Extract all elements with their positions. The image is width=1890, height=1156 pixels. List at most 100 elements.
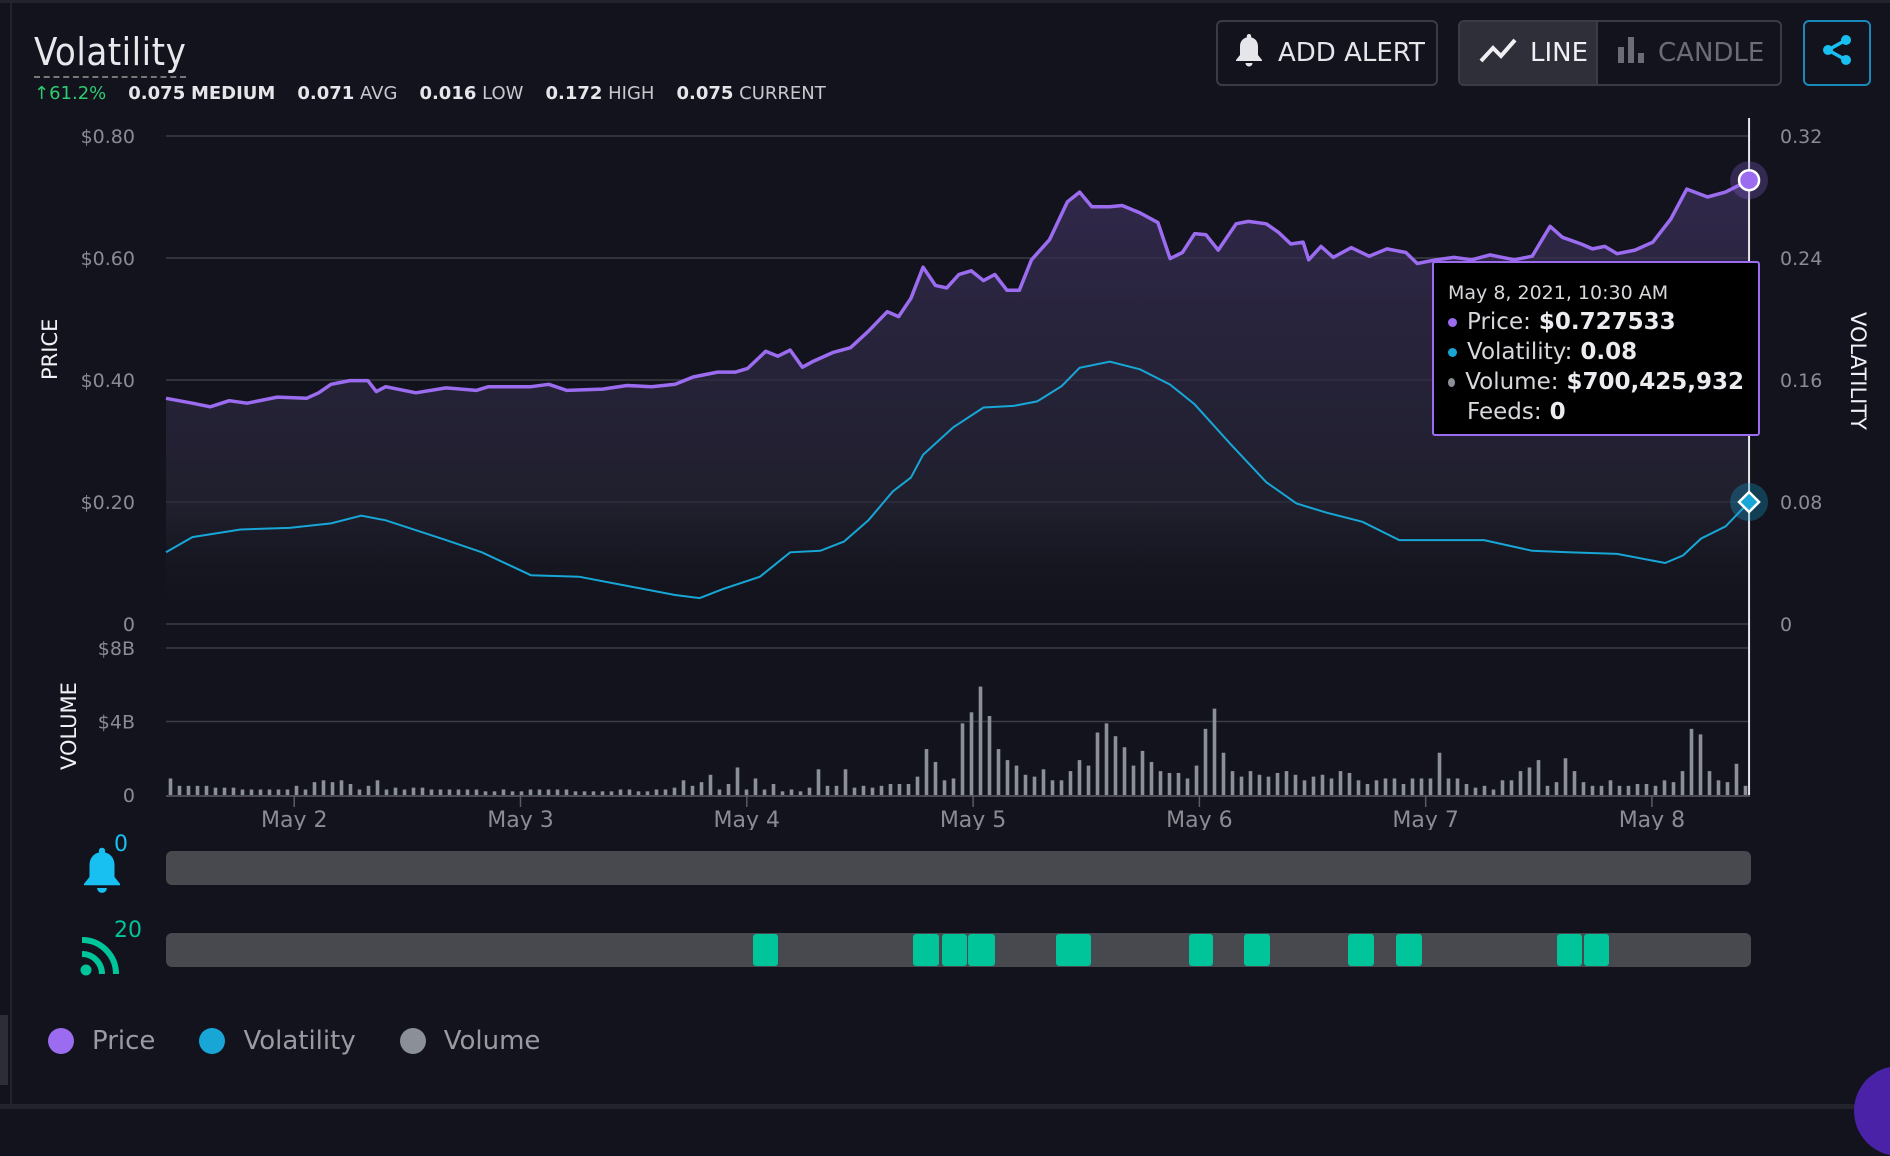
volume-bar: [582, 791, 587, 795]
volume-bar: [834, 785, 839, 795]
volume-bar: [681, 780, 686, 795]
volume-bar: [1491, 789, 1496, 795]
time-tick-label: May 4: [714, 808, 780, 830]
volume-bar: [1023, 774, 1028, 795]
volume-bar: [1527, 767, 1532, 795]
volume-bar: [1734, 763, 1739, 795]
price-tick-label: $0.60: [81, 248, 135, 270]
legend-item-volatility[interactable]: Volatility: [199, 1026, 356, 1056]
tooltip-price-value: $0.727533: [1538, 309, 1676, 335]
feed-marker[interactable]: [1055, 934, 1092, 966]
volume-bar: [1185, 778, 1190, 795]
volume-bar: [1266, 776, 1271, 795]
volume-bar: [1221, 752, 1226, 795]
volume-bar: [1113, 736, 1118, 795]
legend-item-volume[interactable]: Volume: [399, 1026, 540, 1056]
volume-bar: [1212, 708, 1217, 795]
volume-bar: [1410, 778, 1415, 795]
feed-marker[interactable]: [752, 934, 779, 966]
volume-bar: [1473, 787, 1478, 795]
volume-bar: [186, 785, 191, 795]
volume-bar: [1383, 778, 1388, 795]
volume-tick-label: $4B: [98, 712, 135, 734]
volume-bar: [321, 780, 326, 795]
volume-bar: [780, 791, 785, 795]
volume-bar: [1374, 780, 1379, 795]
volume-bar: [708, 774, 713, 795]
volume-bar: [663, 789, 668, 795]
volume-bar: [456, 789, 461, 795]
feed-marker[interactable]: [1348, 934, 1374, 966]
feed-marker[interactable]: [1244, 934, 1270, 966]
volume-bar: [1590, 785, 1595, 795]
volume-bar: [1068, 771, 1073, 795]
volume-bar: [1284, 771, 1289, 795]
volume-bar: [906, 783, 911, 795]
tooltip-volume-row: Volume: $700,425,932: [1448, 367, 1744, 397]
volume-bar: [1131, 765, 1136, 795]
tooltip-price-row: Price: $0.727533: [1448, 307, 1744, 337]
volume-bar: [420, 787, 425, 795]
feed-marker[interactable]: [941, 934, 967, 966]
feed-marker[interactable]: [1584, 934, 1610, 966]
feeds-timeline-track[interactable]: [166, 933, 1751, 967]
volume-bar: [978, 686, 983, 795]
volume-bar: [483, 791, 488, 795]
volume-bar: [924, 749, 929, 795]
volume-bar: [762, 789, 767, 795]
volume-bar: [852, 787, 857, 795]
volume-bar: [1014, 765, 1019, 795]
volume-bar: [1680, 771, 1685, 795]
help-chat-button[interactable]: [1854, 1066, 1890, 1156]
volume-bar: [1518, 771, 1523, 795]
volume-bar: [1455, 778, 1460, 795]
volume-bar: [384, 789, 389, 795]
volume-bar: [267, 789, 272, 795]
volume-bar: [1032, 776, 1037, 795]
feed-marker[interactable]: [1188, 934, 1214, 966]
feed-marker[interactable]: [913, 934, 939, 966]
volume-bar: [1608, 780, 1613, 795]
legend-item-price[interactable]: Price: [48, 1026, 155, 1056]
feed-marker[interactable]: [1556, 934, 1583, 966]
volatility-tick-label: 0.16: [1780, 370, 1822, 392]
volume-bar: [375, 780, 380, 795]
volume-bar: [1176, 772, 1181, 795]
volume-bar: [645, 791, 650, 795]
feed-marker[interactable]: [1396, 934, 1422, 966]
volume-bar: [1248, 771, 1253, 795]
volume-bar: [1086, 765, 1091, 795]
volume-bar: [1707, 771, 1712, 795]
volume-bar: [474, 789, 479, 795]
volume-bar: [312, 782, 317, 795]
alerts-timeline-track[interactable]: [166, 851, 1751, 885]
volume-bar: [1671, 782, 1676, 795]
volume-bar: [438, 789, 443, 795]
volume-axis-ticks: 0 $4B $8B: [98, 638, 135, 807]
price-tick-label: $0.40: [81, 370, 135, 392]
volume-bar: [1689, 728, 1694, 795]
volume-bar: [393, 787, 398, 795]
volume-bar: [915, 776, 920, 795]
volume-bar: [339, 780, 344, 795]
volume-bar: [168, 778, 173, 795]
price-tick-label: 0: [123, 614, 135, 636]
volume-bar: [564, 789, 569, 795]
volume-bar: [1716, 780, 1721, 795]
volume-bar: [1563, 758, 1568, 795]
left-rail-tab[interactable]: [0, 1015, 8, 1085]
volume-bar: [888, 783, 893, 795]
volume-bar: [735, 767, 740, 795]
volume-tick-label: $8B: [98, 638, 135, 660]
feed-marker[interactable]: [967, 934, 996, 966]
volume-bar: [1257, 774, 1262, 795]
volume-bar: [960, 723, 965, 795]
volume-bar: [798, 791, 803, 795]
volume-bar: [1428, 778, 1433, 795]
volume-bar: [753, 778, 758, 795]
volume-bar: [879, 785, 884, 795]
volume-bar: [897, 783, 902, 795]
time-tick-label: May 6: [1166, 808, 1232, 830]
volume-bar: [1338, 771, 1343, 795]
tooltip-volatility-value: 0.08: [1580, 339, 1638, 365]
